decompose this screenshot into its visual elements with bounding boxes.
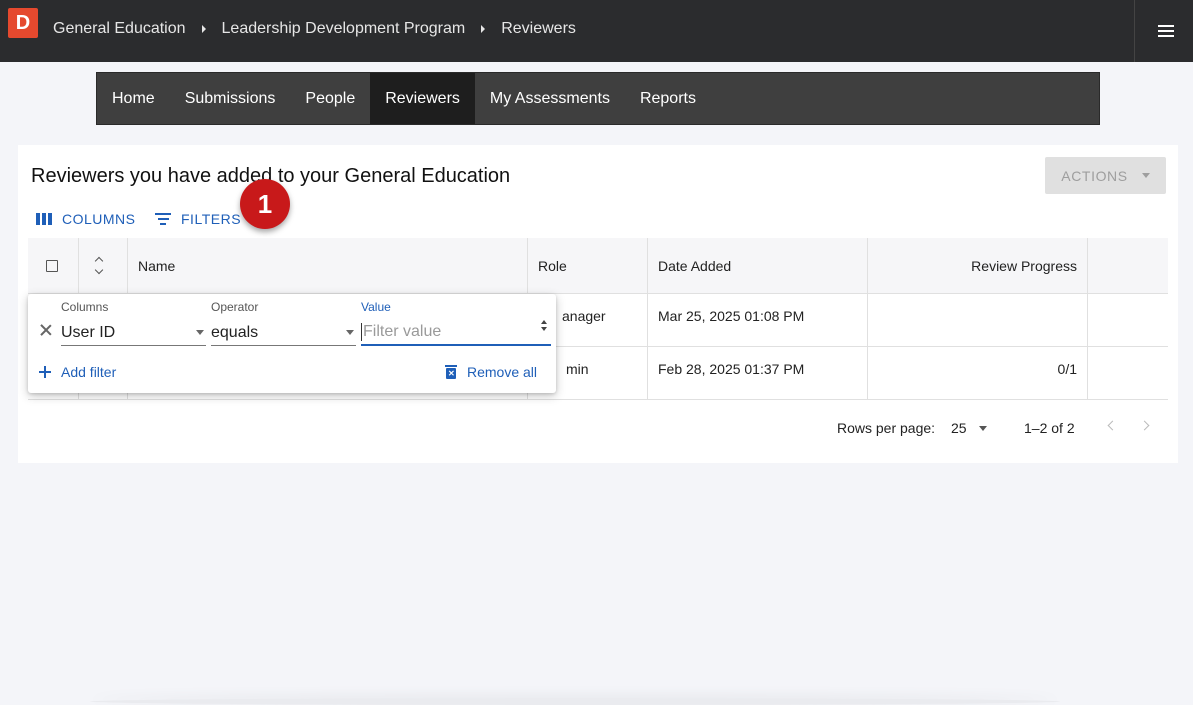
remove-all-label: Remove all (467, 364, 538, 380)
value-field (361, 320, 551, 346)
filters-button[interactable]: FILTERS (155, 211, 241, 227)
column-header-date-added[interactable]: Date Added (658, 238, 731, 293)
rows-per-page-label: Rows per page: (837, 420, 936, 436)
columns-label: COLUMNS (62, 211, 136, 227)
table-header: Name Role Date Added Review Progress (28, 238, 1168, 294)
columns-select-value: User ID (61, 323, 116, 341)
remove-all-button[interactable]: ✕ Remove all (445, 364, 537, 380)
add-filter-label: Add filter (61, 364, 117, 380)
column-header-name[interactable]: Name (138, 238, 175, 293)
rows-per-page-value: 25 (951, 420, 967, 436)
tab-home[interactable]: Home (97, 73, 170, 124)
filters-label: FILTERS (181, 211, 242, 227)
previous-page-icon[interactable] (1107, 420, 1118, 431)
column-header-role[interactable]: Role (538, 238, 567, 293)
breadcrumb-item-program[interactable]: Leadership Development Program (222, 20, 466, 38)
tab-submissions[interactable]: Submissions (170, 73, 291, 124)
filter-icon (155, 213, 171, 225)
menu-divider (1134, 0, 1135, 62)
tab-reviewers[interactable]: Reviewers (370, 73, 475, 124)
breadcrumb-item-reviewers[interactable]: Reviewers (501, 20, 576, 38)
filter-panel: Columns User ID Operator equals Value Ad… (28, 294, 556, 393)
breadcrumb: General Education Leadership Development… (53, 20, 576, 38)
rows-per-page-select[interactable]: 25 (951, 420, 987, 436)
plus-icon (39, 366, 51, 378)
bottom-shadow (90, 698, 1060, 705)
top-bar: D General Education Leadership Developme… (0, 0, 1193, 62)
main-nav: Home Submissions People Reviewers My Ass… (96, 72, 1100, 125)
columns-select[interactable]: User ID (61, 320, 206, 346)
trash-icon: ✕ (445, 365, 457, 379)
breadcrumb-separator-icon (201, 25, 206, 33)
columns-field-label: Columns (61, 300, 109, 314)
operator-select[interactable]: equals (211, 320, 356, 346)
columns-icon (36, 213, 52, 225)
cell-date-added: Feb 28, 2025 01:37 PM (658, 361, 805, 377)
cell-review-progress: 0/1 (1057, 361, 1077, 377)
operator-select-value: equals (211, 323, 259, 341)
columns-button[interactable]: COLUMNS (36, 211, 136, 227)
number-stepper-icon[interactable] (541, 320, 547, 331)
pagination-range: 1–2 of 2 (1024, 420, 1075, 436)
cell-role: anager (562, 308, 606, 324)
chevron-down-icon (346, 330, 354, 335)
sort-icon[interactable] (94, 238, 104, 293)
tab-my-assessments[interactable]: My Assessments (475, 73, 625, 124)
breadcrumb-item-general-education[interactable]: General Education (53, 20, 186, 38)
chevron-down-icon (978, 425, 987, 431)
step-badge: 1 (240, 179, 290, 229)
next-page-icon[interactable] (1139, 420, 1150, 431)
filter-value-input[interactable] (361, 323, 531, 341)
cell-role: min (566, 361, 589, 377)
operator-field-label: Operator (211, 300, 259, 314)
hamburger-menu-icon[interactable] (1158, 25, 1174, 37)
select-all-checkbox[interactable] (46, 238, 58, 293)
close-icon[interactable] (40, 324, 52, 336)
cell-date-added: Mar 25, 2025 01:08 PM (658, 308, 805, 324)
actions-button[interactable]: ACTIONS (1045, 157, 1166, 194)
actions-label: ACTIONS (1061, 167, 1128, 184)
chevron-down-icon (1141, 173, 1150, 178)
chevron-down-icon (196, 330, 204, 335)
app-logo[interactable]: D (8, 8, 38, 38)
tab-reports[interactable]: Reports (625, 73, 711, 124)
column-header-review-progress[interactable]: Review Progress (878, 238, 1077, 293)
add-filter-button[interactable]: Add filter (39, 364, 116, 380)
breadcrumb-separator-icon (481, 25, 486, 33)
value-field-label: Value (361, 300, 391, 314)
tab-people[interactable]: People (290, 73, 370, 124)
